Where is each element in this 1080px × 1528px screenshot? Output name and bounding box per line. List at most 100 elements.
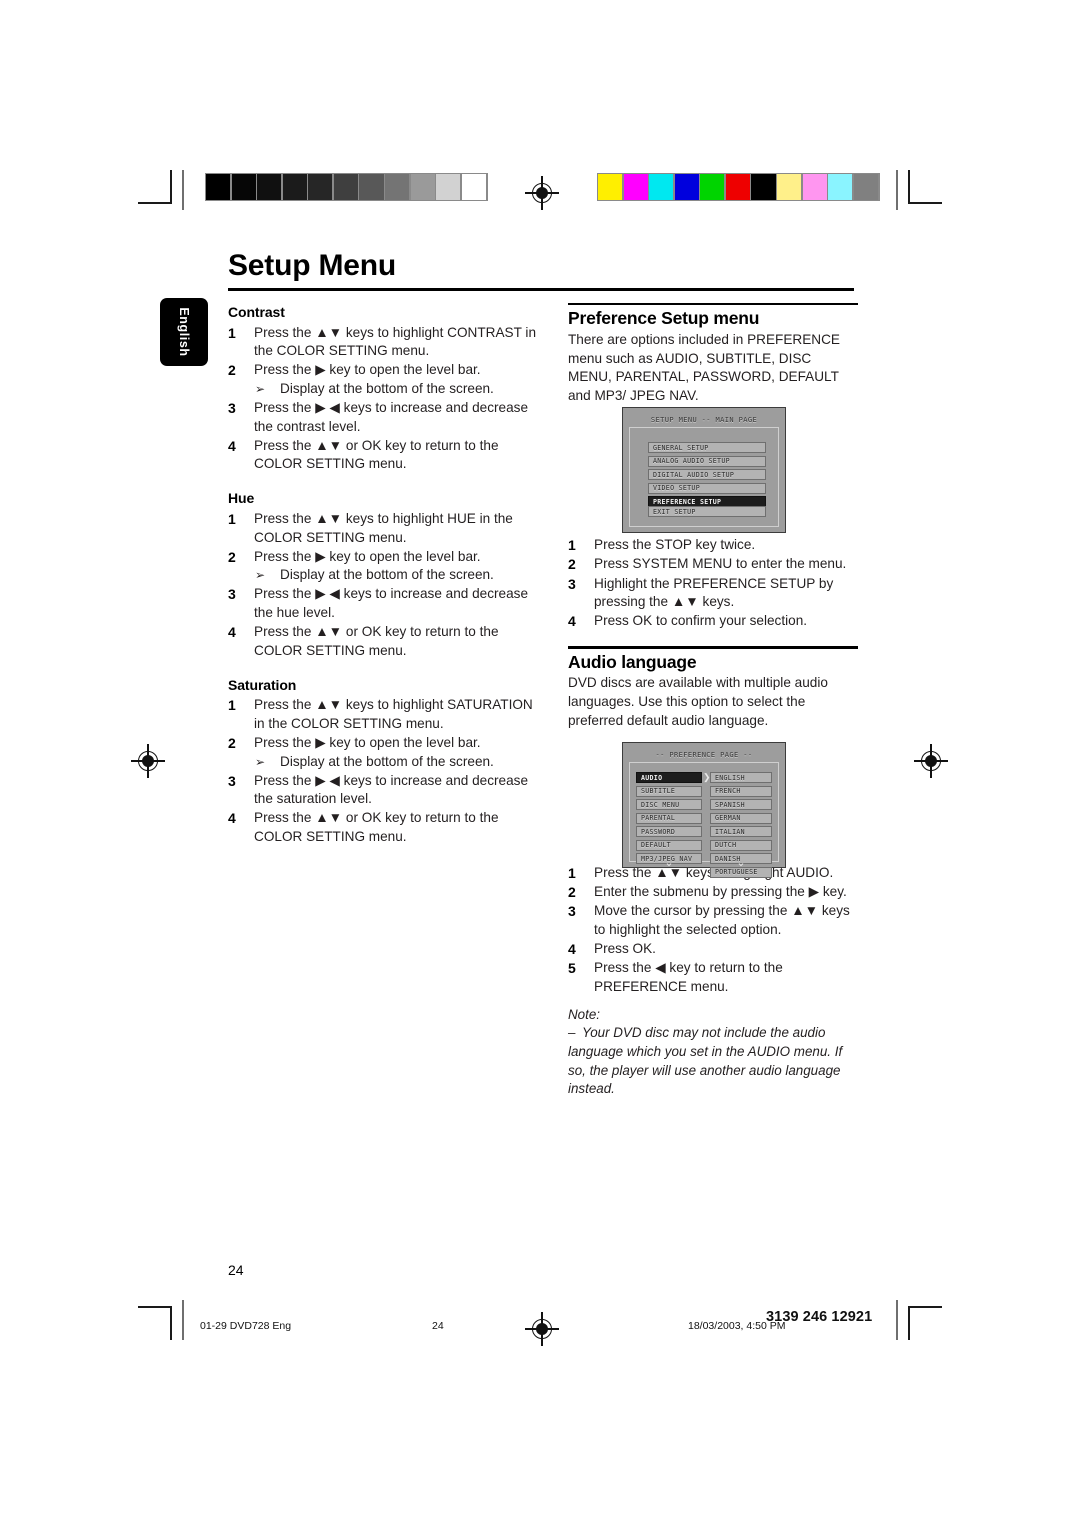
step-text: Enter the submenu by pressing the ▶ key.: [594, 884, 847, 900]
preference-heading: Preference Setup menu: [568, 308, 760, 329]
osd-menu-item[interactable]: ENGLISH: [710, 772, 772, 783]
calibration-swatch: [206, 174, 231, 200]
step-number: 4: [228, 437, 236, 454]
osd-menu-item[interactable]: GERMAN: [710, 812, 772, 824]
step-item: 2 Enter the submenu by pressing the ▶ key…: [568, 883, 858, 902]
step-text: Move the cursor by pressing the ▲▼ keys …: [594, 903, 850, 937]
subsection-heading: Saturation: [228, 676, 297, 693]
step-result-text: Display at the bottom of the screen.: [280, 753, 494, 769]
osd-menu-item[interactable]: PASSWORD: [636, 826, 702, 837]
step-text: Press the ▲▼ or OK key to return to the …: [254, 437, 499, 472]
osd-menu-item[interactable]: DEFAULT: [636, 839, 702, 851]
calibration-swatch: [359, 174, 384, 200]
osd-menu-item[interactable]: SUBTITLE: [636, 785, 702, 797]
step-number: 4: [568, 613, 576, 630]
step-number: 4: [228, 624, 236, 640]
subsection-heading: Contrast: [228, 304, 285, 320]
crop-mark-top-right: [908, 170, 942, 204]
step-text: Press the ▶ key to open the level bar.: [254, 548, 481, 564]
osd-menu-item[interactable]: DIGITAL AUDIO SETUP: [648, 469, 766, 480]
step-item: 1 Press the ▲▼ keys to highlight SATURATI…: [228, 696, 540, 733]
calibration-swatch: [598, 174, 623, 200]
calibration-swatch: [436, 174, 461, 200]
step-text: Press the ▶ key to open the level bar.: [254, 734, 481, 750]
result-arrow-icon: ➢: [255, 754, 266, 769]
osd-menu-item[interactable]: PARENTAL: [636, 812, 702, 824]
step-list: 1 Press the ▲▼ keys to highlight CONTRAST…: [228, 324, 540, 474]
left-column: Contrast 1 Press the ▲▼ keys to highlight …: [228, 303, 540, 847]
step-number: 1: [228, 324, 236, 341]
step-text: Press the ▲▼ or OK key to return to the …: [254, 624, 499, 658]
step-text: Press OK.: [594, 940, 656, 956]
preference-body: There are options included in PREFERENCE…: [568, 331, 841, 403]
trim-line-bottom-right: [896, 1300, 898, 1340]
calibration-swatch: [410, 174, 435, 200]
page-title: Setup Menu: [228, 249, 396, 282]
osd-menu-item[interactable]: AUDIO: [636, 772, 702, 783]
step-item: 3 Press the ▶ ◀ keys to increase and decr…: [228, 399, 540, 436]
step-number: 3: [228, 399, 236, 416]
step-text: Press OK to confirm your selection.: [594, 613, 808, 629]
step-number: 2: [228, 734, 236, 751]
step-text: Press the ▲▼ or OK key to return to the …: [254, 810, 499, 844]
calibration-swatch: [853, 174, 878, 200]
osd-menu-item[interactable]: DUTCH: [710, 839, 772, 851]
step-item: 1 Press the ▲▼ keys to highlight CONTRAST…: [228, 324, 540, 361]
calibration-swatch: [308, 174, 333, 200]
grayscale-calibration-strip: [205, 173, 488, 201]
note-dash: –: [568, 1025, 576, 1041]
calibration-swatch: [777, 174, 802, 200]
step-item: 2 Press the ▶ key to open the level bar. ➢…: [228, 361, 540, 398]
osd-menu-item[interactable]: ANALOG AUDIO SETUP: [648, 455, 766, 467]
step-number: 2: [568, 884, 576, 901]
step-number: 3: [568, 903, 576, 920]
osd-menu-item[interactable]: ITALIAN: [710, 826, 772, 837]
trim-line-right: [896, 170, 898, 210]
trim-line-left: [182, 170, 184, 210]
step-list: 1 Press the ▲▼ keys to highlight SATURATI…: [228, 696, 540, 846]
step-item: 2 Press the ▶ key to open the level bar. ➢…: [228, 734, 540, 771]
step-text: Press the ▲▼ keys to highlight HUE in th…: [254, 510, 513, 545]
calibration-swatch: [649, 174, 674, 200]
submenu-cursor-icon: ❯: [703, 772, 711, 782]
screenshot-main-frame: GENERAL SETUP ANALOG AUDIO SETUP DIGITAL A…: [629, 427, 779, 527]
manual-page: Setup Menu English Contrast 1 Press the ▲▼…: [0, 0, 1080, 1528]
osd-menu-item[interactable]: GENERAL SETUP: [648, 442, 766, 453]
subsection-heading: Hue: [228, 490, 255, 507]
result-arrow-icon: ➢: [255, 381, 266, 396]
calibration-swatch: [802, 174, 827, 200]
step-result-text: Display at the bottom of the screen.: [280, 380, 494, 396]
crop-mark-bottom-left: [138, 1306, 172, 1340]
audio-language-rule: [568, 646, 858, 649]
registration-mark-top: [525, 176, 559, 210]
registration-mark-bottom: [525, 1312, 559, 1346]
calibration-swatch: [623, 174, 648, 200]
crop-mark-bottom-right: [908, 1306, 942, 1340]
step-item: 4 Press OK to confirm your selection.: [568, 612, 858, 631]
footer-filename: 01-29 DVD728 Eng: [200, 1320, 292, 1332]
crop-mark-top-left: [138, 170, 172, 204]
step-text: Press the ▲▼ keys to highlight SATURATIO…: [254, 697, 533, 731]
step-item: 2 Press the ▶ key to open the level bar. ➢…: [228, 548, 540, 585]
trim-line-bottom-left: [182, 1300, 184, 1340]
step-result-text: Display at the bottom of the screen.: [280, 567, 494, 583]
osd-menu-item[interactable]: DISC MENU: [636, 799, 702, 810]
osd-menu-item[interactable]: EXIT SETUP: [648, 506, 766, 517]
footer-page-number: 24: [432, 1320, 444, 1332]
step-item: 4 Press OK.: [568, 940, 858, 959]
step-result: ➢ Display at the bottom of the screen.: [254, 753, 540, 772]
screenshot-preference-title: -- PREFERENCE PAGE --: [655, 750, 753, 759]
step-number: 1: [228, 697, 236, 714]
calibration-swatch: [385, 174, 410, 200]
step-number: 3: [568, 575, 576, 592]
osd-menu-item[interactable]: VIDEO SETUP: [648, 482, 766, 494]
folio-page-number: 24: [228, 1262, 244, 1278]
calibration-swatch: [231, 174, 256, 200]
osd-menu-item[interactable]: FRENCH: [710, 785, 772, 797]
step-item: 1 Press the STOP key twice.: [568, 536, 858, 555]
step-item: 2 Press SYSTEM MENU to enter the menu.: [568, 555, 858, 574]
osd-menu-item[interactable]: SPANISH: [710, 799, 772, 810]
